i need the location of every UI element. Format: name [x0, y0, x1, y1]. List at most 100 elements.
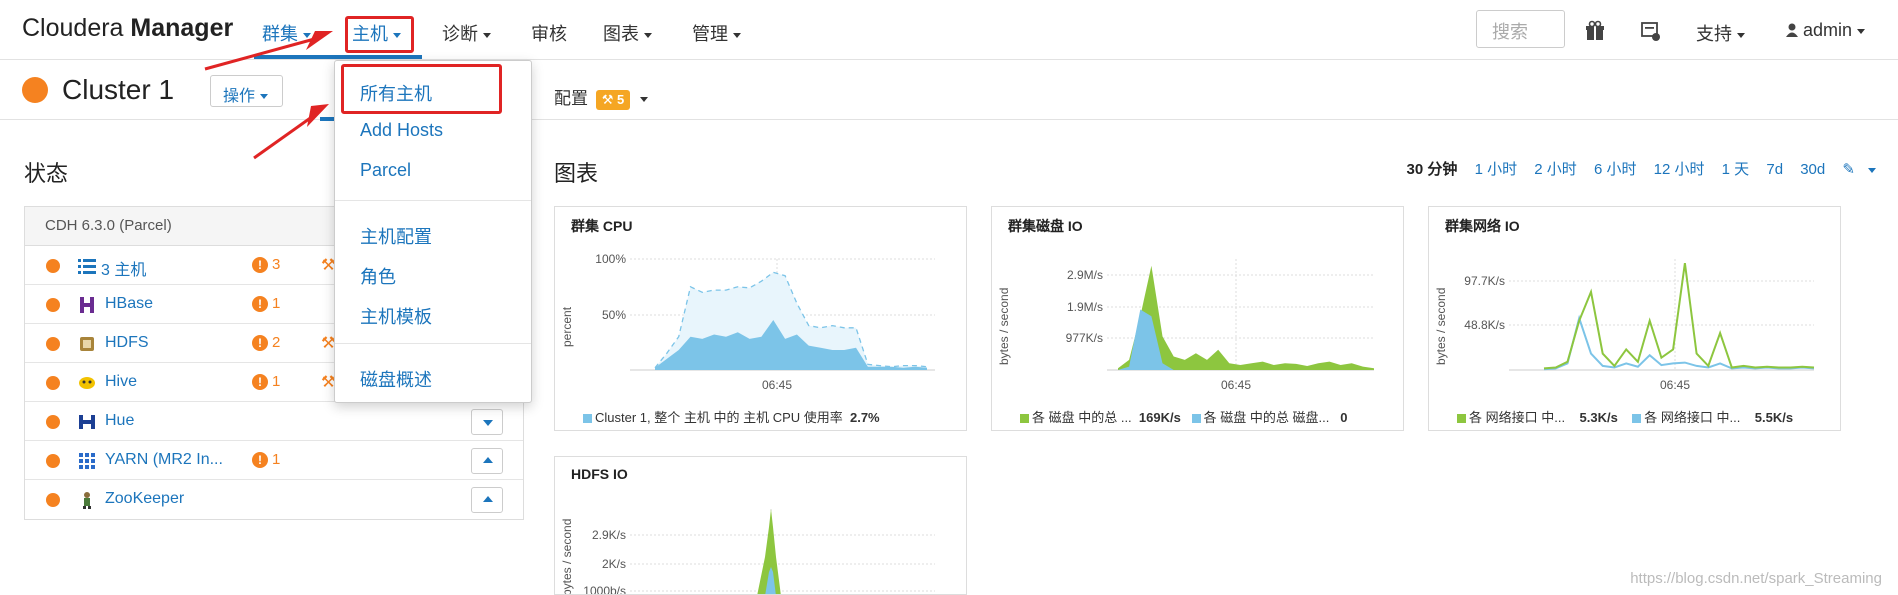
chevron-down-icon	[639, 97, 648, 103]
hosts-dropdown-menu: 所有主机 Add Hosts Parcel 主机配置 角色 主机模板 磁盘概述	[334, 60, 532, 403]
x-tick: 06:45	[1660, 378, 1690, 392]
nav-admin[interactable]: 管理	[692, 20, 741, 46]
service-row-yarn: YARN (MR2 In... ! 1	[25, 441, 523, 480]
service-link-hbase[interactable]: HBase	[105, 295, 153, 313]
warning-count[interactable]: ! 1	[252, 295, 280, 312]
yarn-icon	[79, 453, 95, 469]
service-link-hive[interactable]: Hive	[105, 373, 137, 391]
chart-card-network-io[interactable]: 群集网络 IO bytes / second 97.7K/s 48.8K/s 0…	[1428, 206, 1841, 431]
chart-legend: 各 网络接口 中... 5.3K/s 各 网络接口 中... 5.5K/s	[1429, 407, 1840, 426]
chevron-down-icon	[733, 32, 741, 38]
net-series-1-line	[1543, 262, 1815, 370]
alert-icon: !	[252, 374, 268, 390]
actions-button[interactable]: 操作	[210, 75, 283, 107]
warning-count[interactable]: ! 3	[252, 256, 280, 273]
row-toggle-button[interactable]	[471, 448, 503, 474]
menu-item-add-hosts[interactable]: Add Hosts	[360, 120, 443, 141]
status-dot	[46, 259, 60, 273]
time-range-1d[interactable]: 1 天	[1722, 161, 1750, 178]
status-dot	[46, 415, 60, 429]
menu-divider	[335, 200, 531, 201]
menu-item-host-templates[interactable]: 主机模板	[360, 303, 432, 329]
chevron-up-icon	[483, 457, 493, 463]
x-tick: 06:45	[762, 378, 792, 392]
status-dot	[46, 298, 60, 312]
service-link-yarn[interactable]: YARN (MR2 In...	[105, 451, 223, 469]
service-row-zookeeper: ZooKeeper	[25, 480, 523, 519]
service-link-hdfs[interactable]: HDFS	[105, 334, 149, 352]
hue-icon	[79, 415, 95, 429]
time-range-6h[interactable]: 6 小时	[1594, 161, 1637, 178]
chevron-down-icon	[303, 32, 311, 38]
hdfs-icon	[80, 337, 94, 351]
tasks-icon[interactable]	[1640, 20, 1662, 42]
service-link-zookeeper[interactable]: ZooKeeper	[105, 490, 184, 508]
status-dot	[46, 493, 60, 507]
menu-item-disk-overview[interactable]: 磁盘概述	[360, 366, 432, 392]
chart-card-hdfs-io[interactable]: HDFS IO bytes / second 2.9K/s 2K/s 1000b…	[554, 456, 967, 595]
brand-logo[interactable]: Cloudera Manager	[22, 14, 233, 43]
gift-icon[interactable]	[1584, 20, 1606, 42]
alert-icon: !	[252, 257, 268, 273]
chart-legend: 各 磁盘 中的总 ... 169K/s 各 磁盘 中的总 磁盘... 0	[992, 407, 1403, 426]
chart-card-disk-io[interactable]: 群集磁盘 IO bytes / second 2.9M/s 1.9M/s 977…	[991, 206, 1404, 431]
y-tick: 97.7K/s	[1464, 274, 1505, 288]
alert-icon: !	[252, 335, 268, 351]
menu-item-parcel[interactable]: Parcel	[360, 160, 411, 181]
config-issues-badge: ⚒ 5	[595, 90, 631, 110]
annotation-highlight-box	[345, 16, 414, 53]
search-input[interactable]: 搜索	[1476, 10, 1565, 48]
nav-clusters[interactable]: 群集	[262, 20, 311, 46]
warning-count[interactable]: ! 1	[252, 373, 280, 390]
time-range-30d[interactable]: 30d	[1800, 161, 1825, 178]
user-icon	[1786, 23, 1798, 37]
status-dot	[46, 454, 60, 468]
y-tick: 2.9M/s	[1067, 268, 1103, 282]
chevron-down-icon	[644, 32, 652, 38]
time-range-selector: 30 分钟 1 小时 2 小时 6 小时 12 小时 1 天 7d 30d ✎	[1394, 158, 1876, 179]
time-range-7d[interactable]: 7d	[1766, 161, 1783, 178]
row-toggle-button[interactable]	[471, 487, 503, 513]
service-link-hue[interactable]: Hue	[105, 412, 134, 430]
chevron-down-icon	[260, 94, 269, 100]
nav-charts[interactable]: 图表	[603, 20, 652, 46]
hbase-icon	[80, 297, 94, 313]
chevron-down-icon	[1857, 28, 1866, 34]
zookeeper-icon	[83, 492, 91, 509]
tab-configuration[interactable]: 配置 ⚒ 5	[554, 84, 648, 110]
time-range-2h[interactable]: 2 小时	[1534, 161, 1577, 178]
menu-divider	[335, 343, 531, 344]
status-heading: 状态	[24, 161, 69, 186]
time-range-1h[interactable]: 1 小时	[1475, 161, 1518, 178]
y-axis-label: percent	[560, 306, 574, 347]
nav-diagnostics[interactable]: 诊断	[442, 20, 491, 46]
cluster-title[interactable]: Cluster 1	[62, 74, 174, 106]
y-tick: 50%	[602, 308, 626, 322]
time-range-30m[interactable]: 30 分钟	[1407, 161, 1458, 178]
chevron-down-icon	[483, 420, 493, 426]
row-toggle-button[interactable]	[471, 409, 503, 435]
net-series-2-line	[1543, 314, 1815, 371]
list-icon	[78, 259, 96, 274]
menu-item-all-hosts[interactable]: 所有主机	[360, 80, 432, 106]
pencil-icon[interactable]: ✎	[1842, 161, 1876, 178]
menu-item-roles[interactable]: 角色	[360, 263, 396, 289]
nav-audits[interactable]: 审核	[531, 20, 567, 46]
chart-card-cpu[interactable]: 群集 CPU percent 100% 50% 06:45 Cluster 1,…	[554, 206, 967, 431]
time-range-12h[interactable]: 12 小时	[1654, 161, 1705, 178]
status-dot	[46, 376, 60, 390]
chevron-down-icon	[1737, 32, 1745, 38]
status-dot	[46, 337, 60, 351]
warning-count[interactable]: ! 2	[252, 334, 280, 351]
nav-user-menu[interactable]: admin	[1786, 20, 1866, 41]
charts-heading: 图表	[554, 161, 599, 186]
cluster-header	[0, 60, 1898, 120]
menu-item-host-config[interactable]: 主机配置	[360, 223, 432, 249]
warning-count[interactable]: ! 1	[252, 451, 280, 468]
nav-support[interactable]: 支持	[1696, 20, 1745, 46]
nav-active-indicator	[254, 55, 422, 59]
y-axis-label: bytes / second	[1434, 288, 1448, 365]
chevron-down-icon	[483, 32, 491, 38]
hive-icon	[79, 377, 95, 389]
service-link-hosts[interactable]: 3 主机	[101, 256, 146, 280]
